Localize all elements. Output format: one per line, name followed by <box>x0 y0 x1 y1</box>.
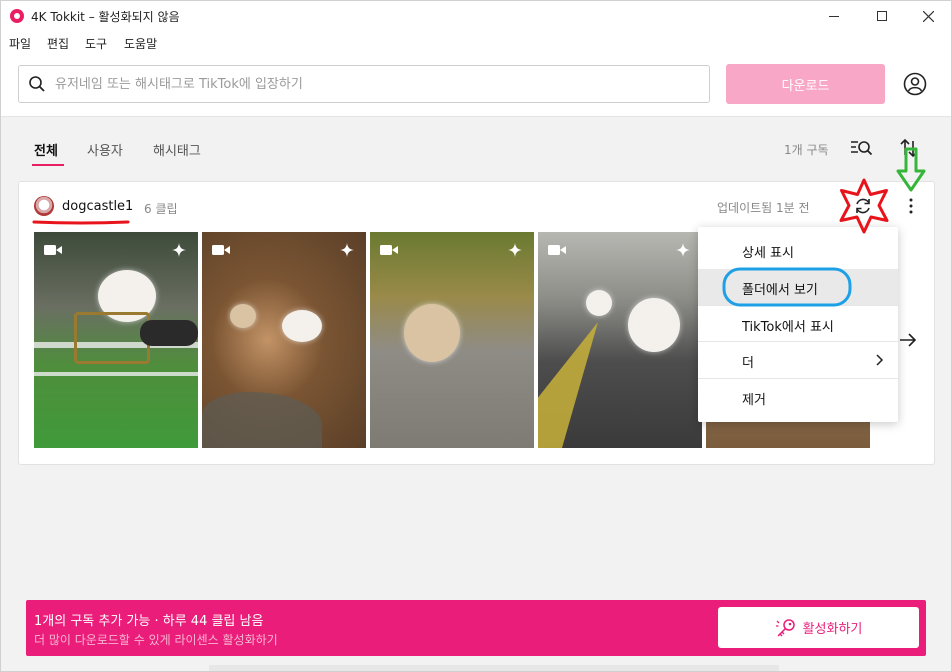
download-button[interactable]: 다운로드 <box>726 64 885 104</box>
sparkle-icon <box>508 243 522 257</box>
menu-item-label: 제거 <box>742 393 766 408</box>
video-thumbnail[interactable] <box>538 232 702 448</box>
subscription-count: 1개 구독 <box>784 143 829 157</box>
menu-item-label: 더 <box>742 356 754 371</box>
key-icon <box>775 618 795 637</box>
video-icon <box>44 245 62 255</box>
menu-edit[interactable]: 편집 <box>47 35 69 52</box>
tab-hashtags[interactable]: 해시태그 <box>153 140 201 159</box>
menu-item-show-on-tiktok[interactable]: TikTok에서 표시 <box>698 306 898 342</box>
banner-subtitle: 더 많이 다운로드할 수 있게 라이센스 활성화하기 <box>34 633 278 647</box>
clip-count: 6 클립 <box>144 202 178 216</box>
window-title: 4K Tokkit – 활성화되지 않음 <box>31 10 180 24</box>
close-icon <box>922 10 934 22</box>
menu-item-label: 폴더에서 보기 <box>742 283 818 298</box>
search-input[interactable] <box>55 66 695 102</box>
activation-banner: 1개의 구독 추가 가능 · 하루 44 클립 남음 더 많이 다운로드할 수 … <box>26 600 926 656</box>
menu-help[interactable]: 도움말 <box>124 35 157 52</box>
minimize-button[interactable] <box>811 1 857 31</box>
account-icon[interactable] <box>903 72 927 96</box>
app-logo-icon <box>10 9 24 23</box>
video-thumbnail[interactable] <box>202 232 366 448</box>
sparkle-icon <box>172 243 186 257</box>
context-menu: 상세 표시 폴더에서 보기 TikTok에서 표시 더 제거 <box>698 227 898 422</box>
minimize-icon <box>829 15 839 17</box>
sparkle-icon <box>676 243 690 257</box>
search-icon <box>29 76 45 92</box>
scroll-strip <box>209 665 779 671</box>
menu-item-label: TikTok에서 표시 <box>742 320 834 335</box>
updated-time: 업데이트됨 1분 전 <box>717 201 810 215</box>
menu-item-more[interactable]: 더 <box>698 342 898 378</box>
maximize-button[interactable] <box>859 1 905 31</box>
tab-all[interactable]: 전체 <box>34 140 58 159</box>
active-tab-indicator <box>32 164 64 166</box>
arrow-right-icon[interactable] <box>899 332 917 348</box>
menu-tools[interactable]: 도구 <box>85 35 107 52</box>
title-bar: 4K Tokkit – 활성화되지 않음 <box>1 1 951 31</box>
more-options-icon[interactable] <box>907 197 915 215</box>
sparkle-icon <box>340 243 354 257</box>
video-thumbnail[interactable] <box>370 232 534 448</box>
tab-users[interactable]: 사용자 <box>87 140 123 159</box>
refresh-icon[interactable] <box>854 197 872 215</box>
chevron-right-icon <box>876 354 884 366</box>
menu-item-label: 상세 표시 <box>742 246 794 261</box>
subscription-username[interactable]: dogcastle1 <box>62 199 133 214</box>
search-header: 다운로드 <box>1 53 951 117</box>
video-icon <box>548 245 566 255</box>
video-icon <box>212 245 230 255</box>
activate-button[interactable]: 활성화하기 <box>718 607 919 648</box>
menu-file[interactable]: 파일 <box>9 35 31 52</box>
menu-item-remove[interactable]: 제거 <box>698 379 898 415</box>
video-thumbnail[interactable] <box>34 232 198 448</box>
menu-item-show-in-folder[interactable]: 폴더에서 보기 <box>698 269 898 305</box>
menu-bar: 파일 편집 도구 도움말 <box>1 31 951 53</box>
activate-label: 활성화하기 <box>802 622 863 637</box>
maximize-icon <box>877 11 887 21</box>
avatar <box>34 196 54 216</box>
banner-title: 1개의 구독 추가 가능 · 하루 44 클립 남음 <box>34 614 264 629</box>
video-icon <box>380 245 398 255</box>
menu-item-details[interactable]: 상세 표시 <box>698 232 898 268</box>
app-window: 4K Tokkit – 활성화되지 않음 파일 편집 도구 도움말 다운로드 전… <box>0 0 952 672</box>
close-button[interactable] <box>905 1 951 31</box>
search-list-icon[interactable] <box>851 139 873 157</box>
sort-icon[interactable] <box>900 138 918 158</box>
search-box[interactable] <box>18 65 710 103</box>
